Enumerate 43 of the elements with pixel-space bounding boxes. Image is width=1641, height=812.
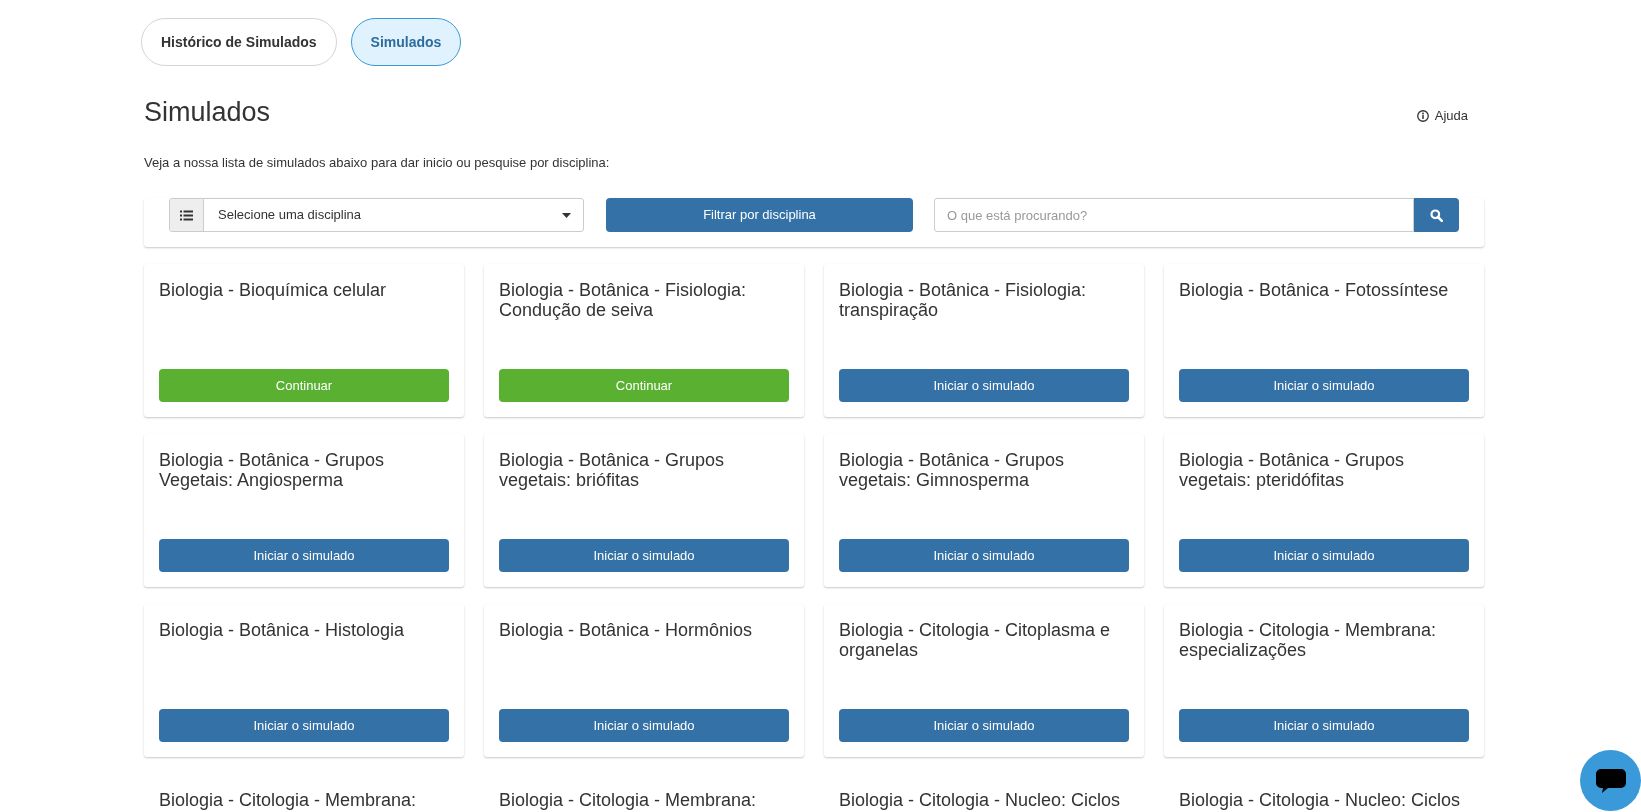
caret-down-icon — [562, 212, 571, 218]
tab[interactable]: Simulados — [350, 18, 462, 66]
start-button[interactable]: Iniciar o simulado — [499, 709, 789, 742]
start-button[interactable]: Iniciar o simulado — [499, 539, 789, 572]
intro-text: Veja a nossa lista de simulados abaixo para dar inicio ou pesquise por disciplina: — [144, 154, 611, 172]
start-button[interactable]: Iniciar o simulado — [1179, 369, 1469, 402]
card-title: Biologia - Bioquímica celular — [159, 280, 388, 300]
search-field[interactable]: O que está procurando? — [934, 198, 1414, 232]
tab[interactable]: Histórico de Simulados — [141, 18, 337, 66]
card-title: Biologia - Botânica - Histologia — [159, 620, 406, 640]
card-title: Biologia - Citologia - Membrana: — [499, 790, 758, 810]
start-button[interactable]: Iniciar o simulado — [839, 369, 1129, 402]
card-title: Biologia - Botânica - Grupos Vegetais: Angiosperma — [159, 450, 386, 490]
start-button[interactable]: Iniciar o simulado — [159, 539, 449, 572]
chat-bubble-icon — [1595, 768, 1626, 793]
search-icon — [1430, 208, 1443, 222]
start-button[interactable]: Iniciar o simulado — [1179, 539, 1469, 572]
search-button[interactable] — [1414, 198, 1459, 232]
chat-button[interactable] — [1580, 750, 1641, 811]
continue-button[interactable]: Continuar — [159, 369, 449, 402]
start-button[interactable]: Iniciar o simulado — [1179, 709, 1469, 742]
card-title: Biologia - Citologia - Membrana: especializações — [1179, 620, 1438, 660]
start-button[interactable]: Iniciar o simulado — [159, 709, 449, 742]
page-title: Simulados — [144, 96, 271, 129]
card-title: Biologia - Citologia - Citoplasma e organelas — [839, 620, 1112, 660]
card-title: Biologia - Botânica - Fisiologia: transpiração — [839, 280, 1088, 320]
card-title: Biologia - Botânica - Grupos vegetais: briófitas — [499, 450, 726, 490]
filter-button[interactable]: Filtrar por disciplina — [606, 198, 913, 232]
card-title: Biologia - Botânica - Grupos vegetais: Gimnosperma — [839, 450, 1066, 490]
info-icon — [1416, 110, 1429, 122]
card-title: Biologia - Citologia - Membrana: — [159, 790, 418, 810]
discipline-select[interactable]: Selecione uma disciplina — [169, 198, 584, 232]
start-button[interactable]: Iniciar o simulado — [839, 709, 1129, 742]
card-title: Biologia - Citologia - Nucleo: Ciclos — [839, 790, 1122, 810]
card-title: Biologia - Botânica - Hormônios — [499, 620, 754, 640]
card-title: Biologia - Botânica - Grupos vegetais: pteridófitas — [1179, 450, 1406, 490]
card-title: Biologia - Citologia - Nucleo: Ciclos — [1179, 790, 1462, 810]
help-link[interactable]: Ajuda — [1416, 106, 1468, 126]
continue-button[interactable]: Continuar — [499, 369, 789, 402]
card-title: Biologia - Botânica - Fisiologia: Condução de seiva — [499, 280, 748, 320]
card-title: Biologia - Botânica - Fotossíntese — [1179, 280, 1450, 300]
list-icon — [170, 199, 204, 231]
start-button[interactable]: Iniciar o simulado — [839, 539, 1129, 572]
